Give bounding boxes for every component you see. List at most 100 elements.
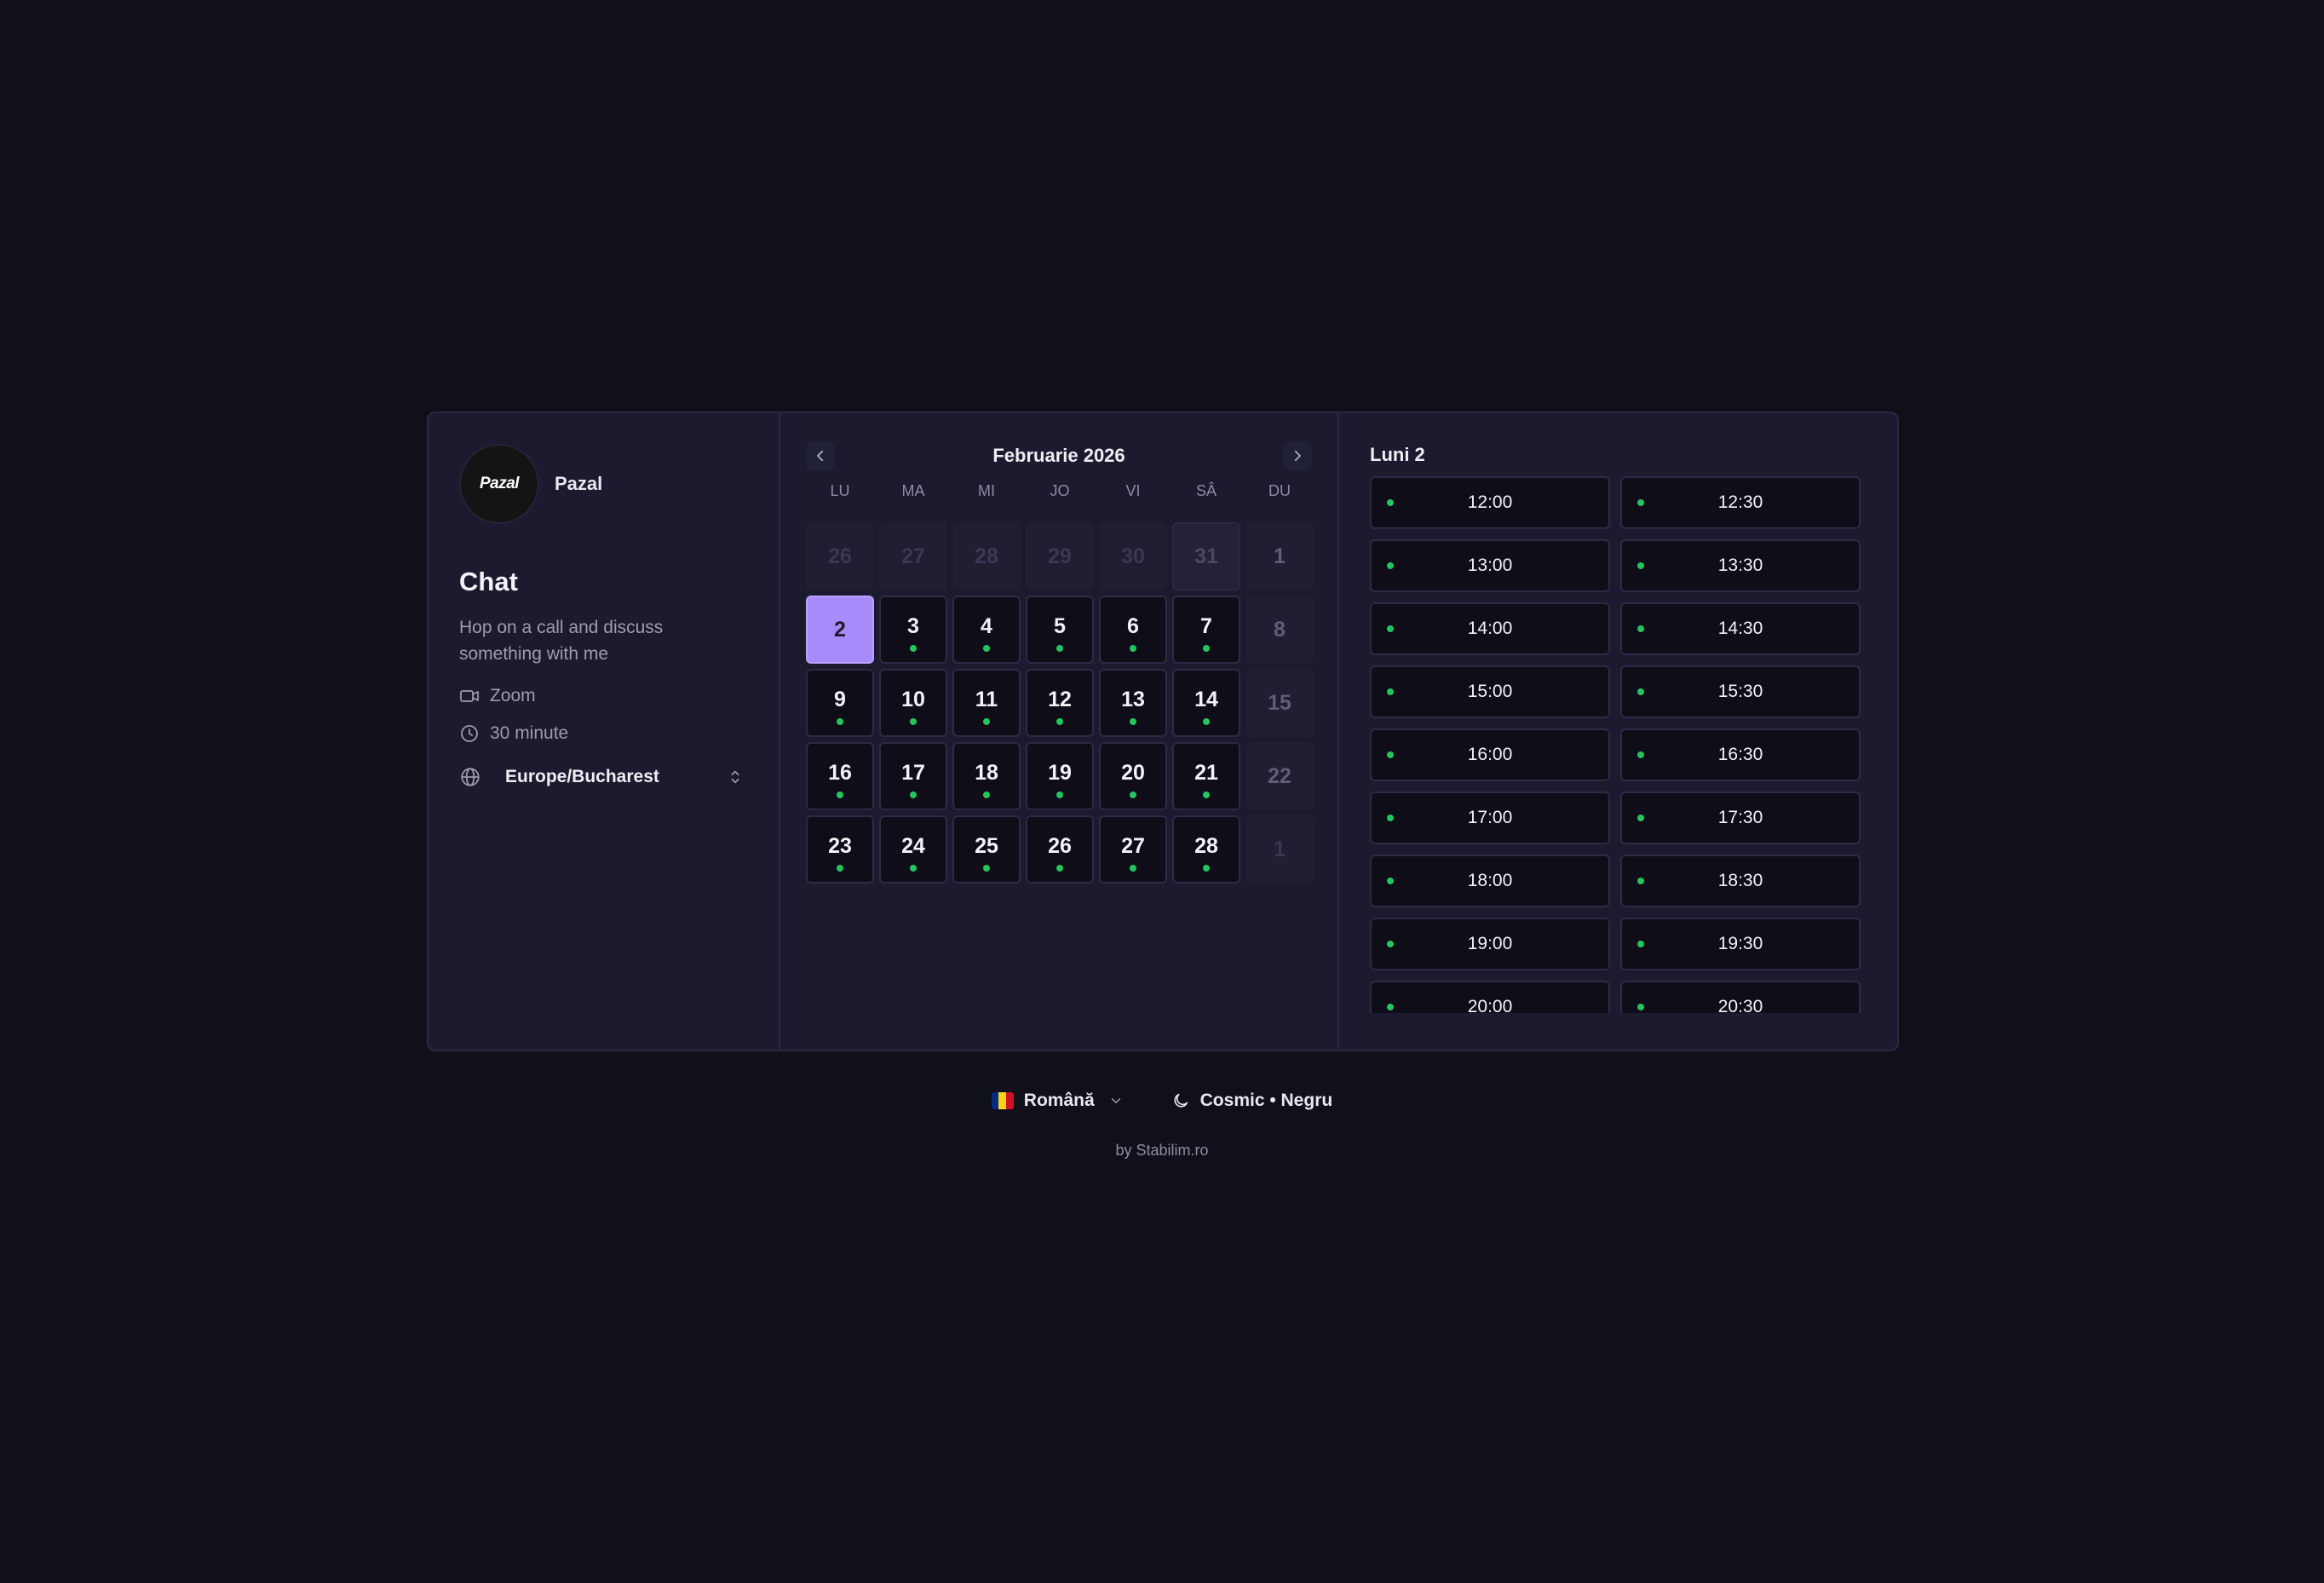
day-cell[interactable]: 7 (1172, 596, 1240, 664)
day-number: 23 (828, 833, 852, 858)
time-slot-button[interactable]: 18:00 (1370, 855, 1610, 907)
time-slot-button[interactable]: 12:30 (1620, 476, 1861, 529)
day-number: 26 (828, 544, 852, 568)
day-number: 20 (1121, 760, 1145, 785)
time-slot-button[interactable]: 20:30 (1620, 981, 1861, 1013)
time-slot-button[interactable]: 12:00 (1370, 476, 1610, 529)
time-slot-button[interactable]: 19:00 (1370, 918, 1610, 970)
day-number: 19 (1048, 760, 1072, 785)
day-cell[interactable]: 28 (1172, 815, 1240, 884)
time-slot-button[interactable]: 13:30 (1620, 539, 1861, 592)
chevron-down-icon (1111, 1098, 1120, 1103)
day-cell: 1 (1245, 522, 1314, 590)
time-slot-button[interactable]: 15:00 (1370, 665, 1610, 718)
availability-dot (1056, 792, 1063, 798)
day-number: 21 (1194, 760, 1218, 785)
previous-month-button[interactable] (806, 441, 835, 470)
day-cell: 29 (1026, 522, 1094, 590)
time-slot-button[interactable]: 15:30 (1620, 665, 1861, 718)
availability-dot (1203, 718, 1210, 725)
globe-icon (461, 768, 480, 786)
time-slot-label: 13:00 (1467, 555, 1513, 575)
day-cell[interactable]: 9 (806, 669, 874, 737)
day-number: 17 (901, 760, 925, 785)
day-cell[interactable]: 4 (952, 596, 1021, 664)
day-number: 1 (1274, 544, 1286, 568)
event-description: Hop on a call and discuss something with… (459, 618, 664, 664)
time-slot-label: 14:00 (1467, 619, 1513, 638)
day-cell[interactable]: 23 (806, 815, 874, 884)
day-cell-selected[interactable]: 2 (806, 596, 874, 664)
day-cell[interactable]: 5 (1026, 596, 1094, 664)
availability-dot (1637, 562, 1644, 569)
day-cell[interactable]: 18 (952, 742, 1021, 810)
weekday-label: VI (1125, 482, 1141, 499)
day-cell: 22 (1245, 742, 1314, 810)
chevron-left-icon (817, 450, 824, 462)
day-cell[interactable]: 3 (879, 596, 947, 664)
time-slot-button[interactable]: 17:30 (1620, 792, 1861, 844)
day-cell[interactable]: 6 (1099, 596, 1167, 664)
event-duration: 30 minute (459, 723, 748, 744)
time-slot-list[interactable]: 12:00 12:30 13:00 13:30 14:00 14:30 15:00 15:30… (1370, 476, 1861, 1013)
availability-dot (837, 865, 843, 872)
day-number: 18 (975, 760, 998, 785)
time-slot-button[interactable]: 18:30 (1620, 855, 1861, 907)
day-cell[interactable]: 21 (1172, 742, 1240, 810)
language-label: Română (1023, 1091, 1095, 1110)
time-slot-button[interactable]: 14:30 (1620, 602, 1861, 655)
day-cell[interactable]: 26 (1026, 815, 1094, 884)
availability-dot (1130, 792, 1136, 798)
day-cell[interactable]: 25 (952, 815, 1021, 884)
day-cell[interactable]: 13 (1099, 669, 1167, 737)
day-number: 24 (901, 833, 925, 858)
day-cell[interactable]: 19 (1026, 742, 1094, 810)
day-cell[interactable]: 20 (1099, 742, 1167, 810)
theme-toggle[interactable]: Cosmic • Negru (1171, 1091, 1332, 1111)
time-slot-label: 13:30 (1717, 555, 1763, 575)
day-number: 3 (907, 613, 919, 638)
time-slot-button[interactable]: 14:00 (1370, 602, 1610, 655)
day-number: 30 (1121, 544, 1145, 568)
time-slot-label: 14:30 (1717, 619, 1763, 638)
day-number: 6 (1127, 613, 1139, 638)
day-cell[interactable]: 14 (1172, 669, 1240, 737)
day-cell: 27 (879, 522, 947, 590)
day-number: 7 (1200, 613, 1212, 638)
weekday-label: DU (1268, 482, 1291, 499)
time-slot-button[interactable]: 16:00 (1370, 728, 1610, 781)
day-number: 13 (1121, 687, 1145, 711)
weekday-label: SÂ (1195, 482, 1217, 499)
day-cell[interactable]: 16 (806, 742, 874, 810)
day-cell: 26 (806, 522, 874, 590)
day-cell[interactable]: 27 (1099, 815, 1167, 884)
timezone-value: Europe/Bucharest (505, 767, 659, 786)
day-number: 26 (1048, 833, 1072, 858)
day-cell: 1 (1245, 815, 1314, 884)
credit-link[interactable]: by Stabilim.ro (0, 1142, 2324, 1160)
day-number: 27 (901, 544, 925, 568)
timezone-select[interactable]: Europe/Bucharest (459, 766, 748, 788)
availability-dot (1637, 688, 1644, 695)
day-cell[interactable]: 17 (879, 742, 947, 810)
language-select[interactable]: Română (991, 1091, 1124, 1111)
time-slot-button[interactable]: 13:00 (1370, 539, 1610, 592)
availability-dot (1056, 865, 1063, 872)
availability-dot (1056, 645, 1063, 652)
time-slot-label: 20:00 (1467, 997, 1513, 1013)
time-slot-button[interactable]: 20:00 (1370, 981, 1610, 1013)
time-slot-label: 16:30 (1717, 745, 1763, 764)
day-cell[interactable]: 24 (879, 815, 947, 884)
day-cell[interactable]: 11 (952, 669, 1021, 737)
day-cell[interactable]: 10 (879, 669, 947, 737)
day-cell: 31 (1172, 522, 1240, 590)
time-slot-button[interactable]: 16:30 (1620, 728, 1861, 781)
day-cell[interactable]: 12 (1026, 669, 1094, 737)
availability-dot (1387, 1004, 1394, 1010)
next-month-button[interactable] (1283, 441, 1312, 470)
time-slot-button[interactable]: 19:30 (1620, 918, 1861, 970)
availability-dot (1387, 499, 1394, 506)
day-cell: 28 (952, 522, 1021, 590)
time-slot-label: 19:00 (1467, 934, 1513, 953)
time-slot-button[interactable]: 17:00 (1370, 792, 1610, 844)
